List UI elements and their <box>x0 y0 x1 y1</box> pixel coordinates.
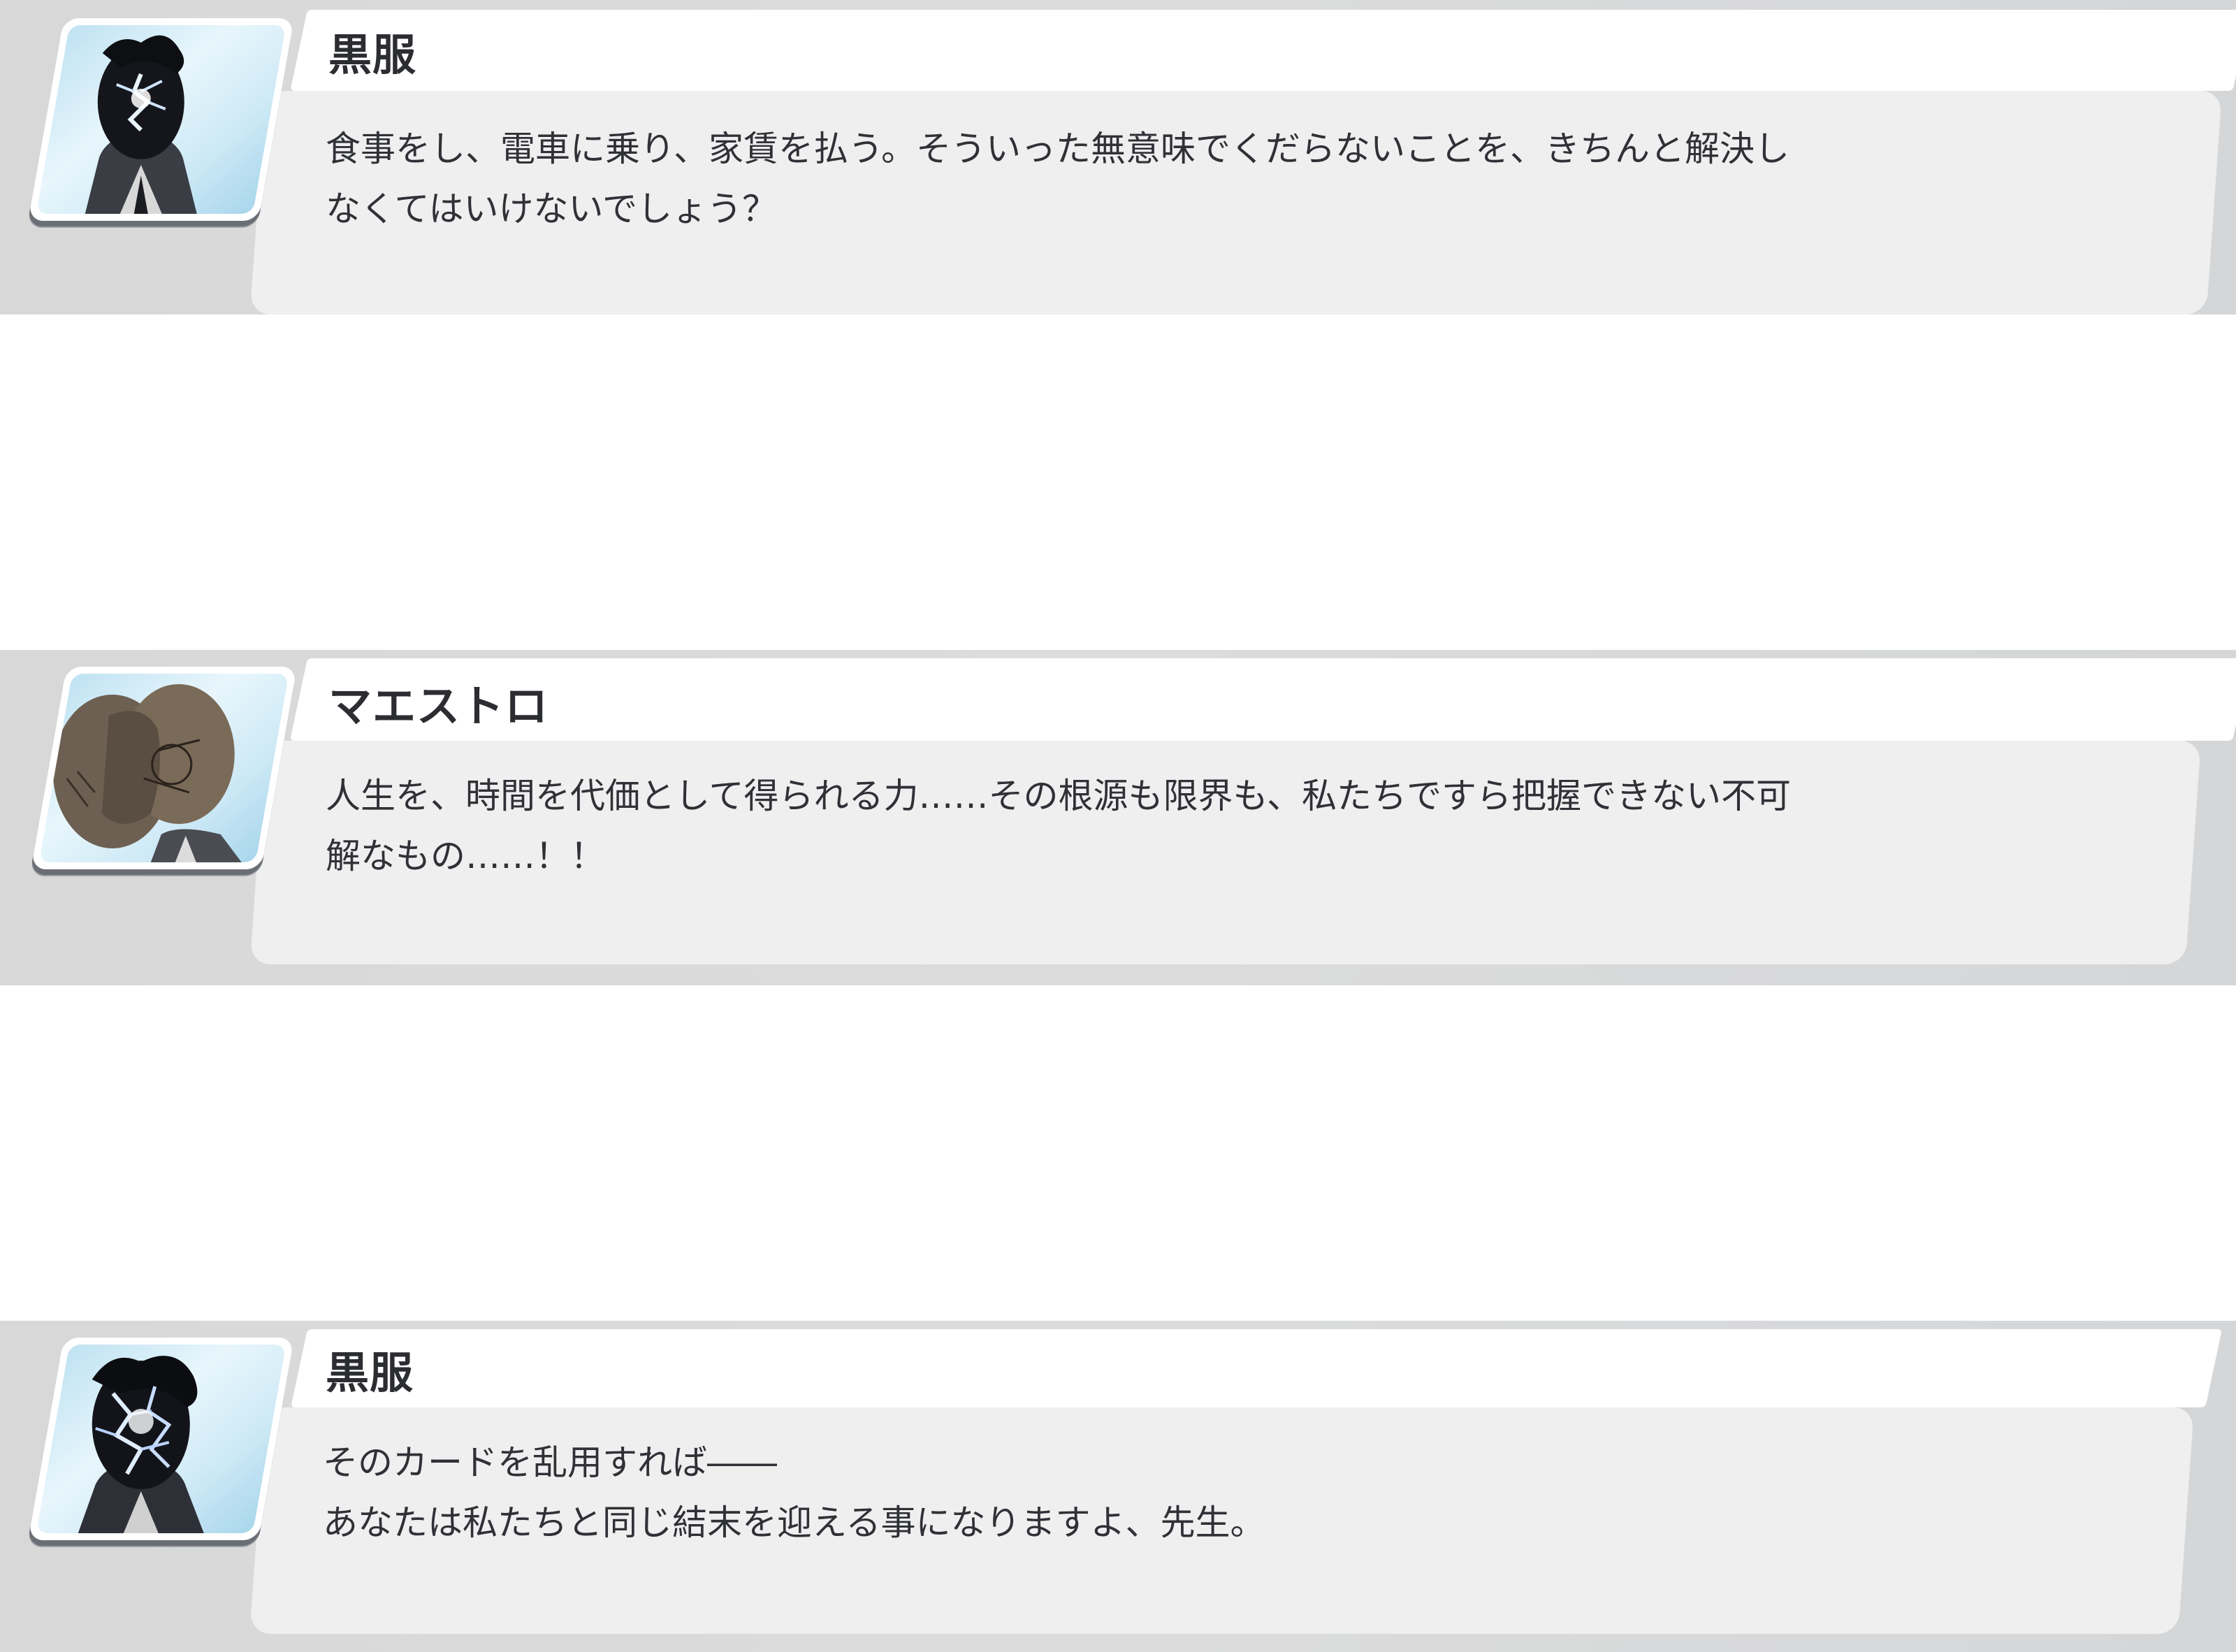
kurofuku-portrait-icon <box>28 1338 295 1540</box>
speaker-name-tab <box>291 1329 2223 1407</box>
dialogue-entry-1: 黒服 食事をし、電車に乗り、家賃を払う。そういった無意味でくだらないことを、きち… <box>0 0 2236 314</box>
dialogue-log-page: 黒服 食事をし、電車に乗り、家賃を払う。そういった無意味でくだらないことを、きち… <box>0 0 2236 1652</box>
message-line-2: あなたは私たちと同じ結末を迎える事になりますよ、先生。 <box>323 1502 1265 1543</box>
speaker-name-tab <box>289 658 2236 741</box>
kurofuku-portrait-icon <box>28 18 295 221</box>
message-line-1: 食事をし、電車に乗り、家賃を払う。そういった無意味でくだらないことを、きちんと解… <box>326 129 1789 169</box>
speaker-name: 黒服 <box>326 1347 414 1398</box>
dialogue-entry-2: マエストロ 人生を、時間を代価として得られる力……その根源も限界も、私たちですら… <box>0 650 2236 985</box>
message-line-2: なくてはいけないでしょう？ <box>326 189 777 229</box>
speaker-name: 黒服 <box>328 29 417 80</box>
kurofuku-figure <box>78 1356 204 1533</box>
speaker-name: マエストロ <box>328 681 549 732</box>
kurofuku-figure <box>85 35 197 214</box>
message-line-2: 解なもの……！！ <box>326 836 605 876</box>
message-line-1: そのカードを乱用すれば―― <box>323 1442 777 1483</box>
maestro-portrait-icon <box>31 667 298 869</box>
speaker-name-tab <box>290 10 2236 91</box>
dialogue-entry-3: 黒服 そのカードを乱用すれば―― あなたは私たちと同じ結末を迎える事になりますよ… <box>0 1321 2236 1652</box>
message-line-1: 人生を、時間を代価として得られる力……その根源も限界も、私たちですら把握できない… <box>326 776 1791 816</box>
maestro-figure <box>52 684 242 862</box>
